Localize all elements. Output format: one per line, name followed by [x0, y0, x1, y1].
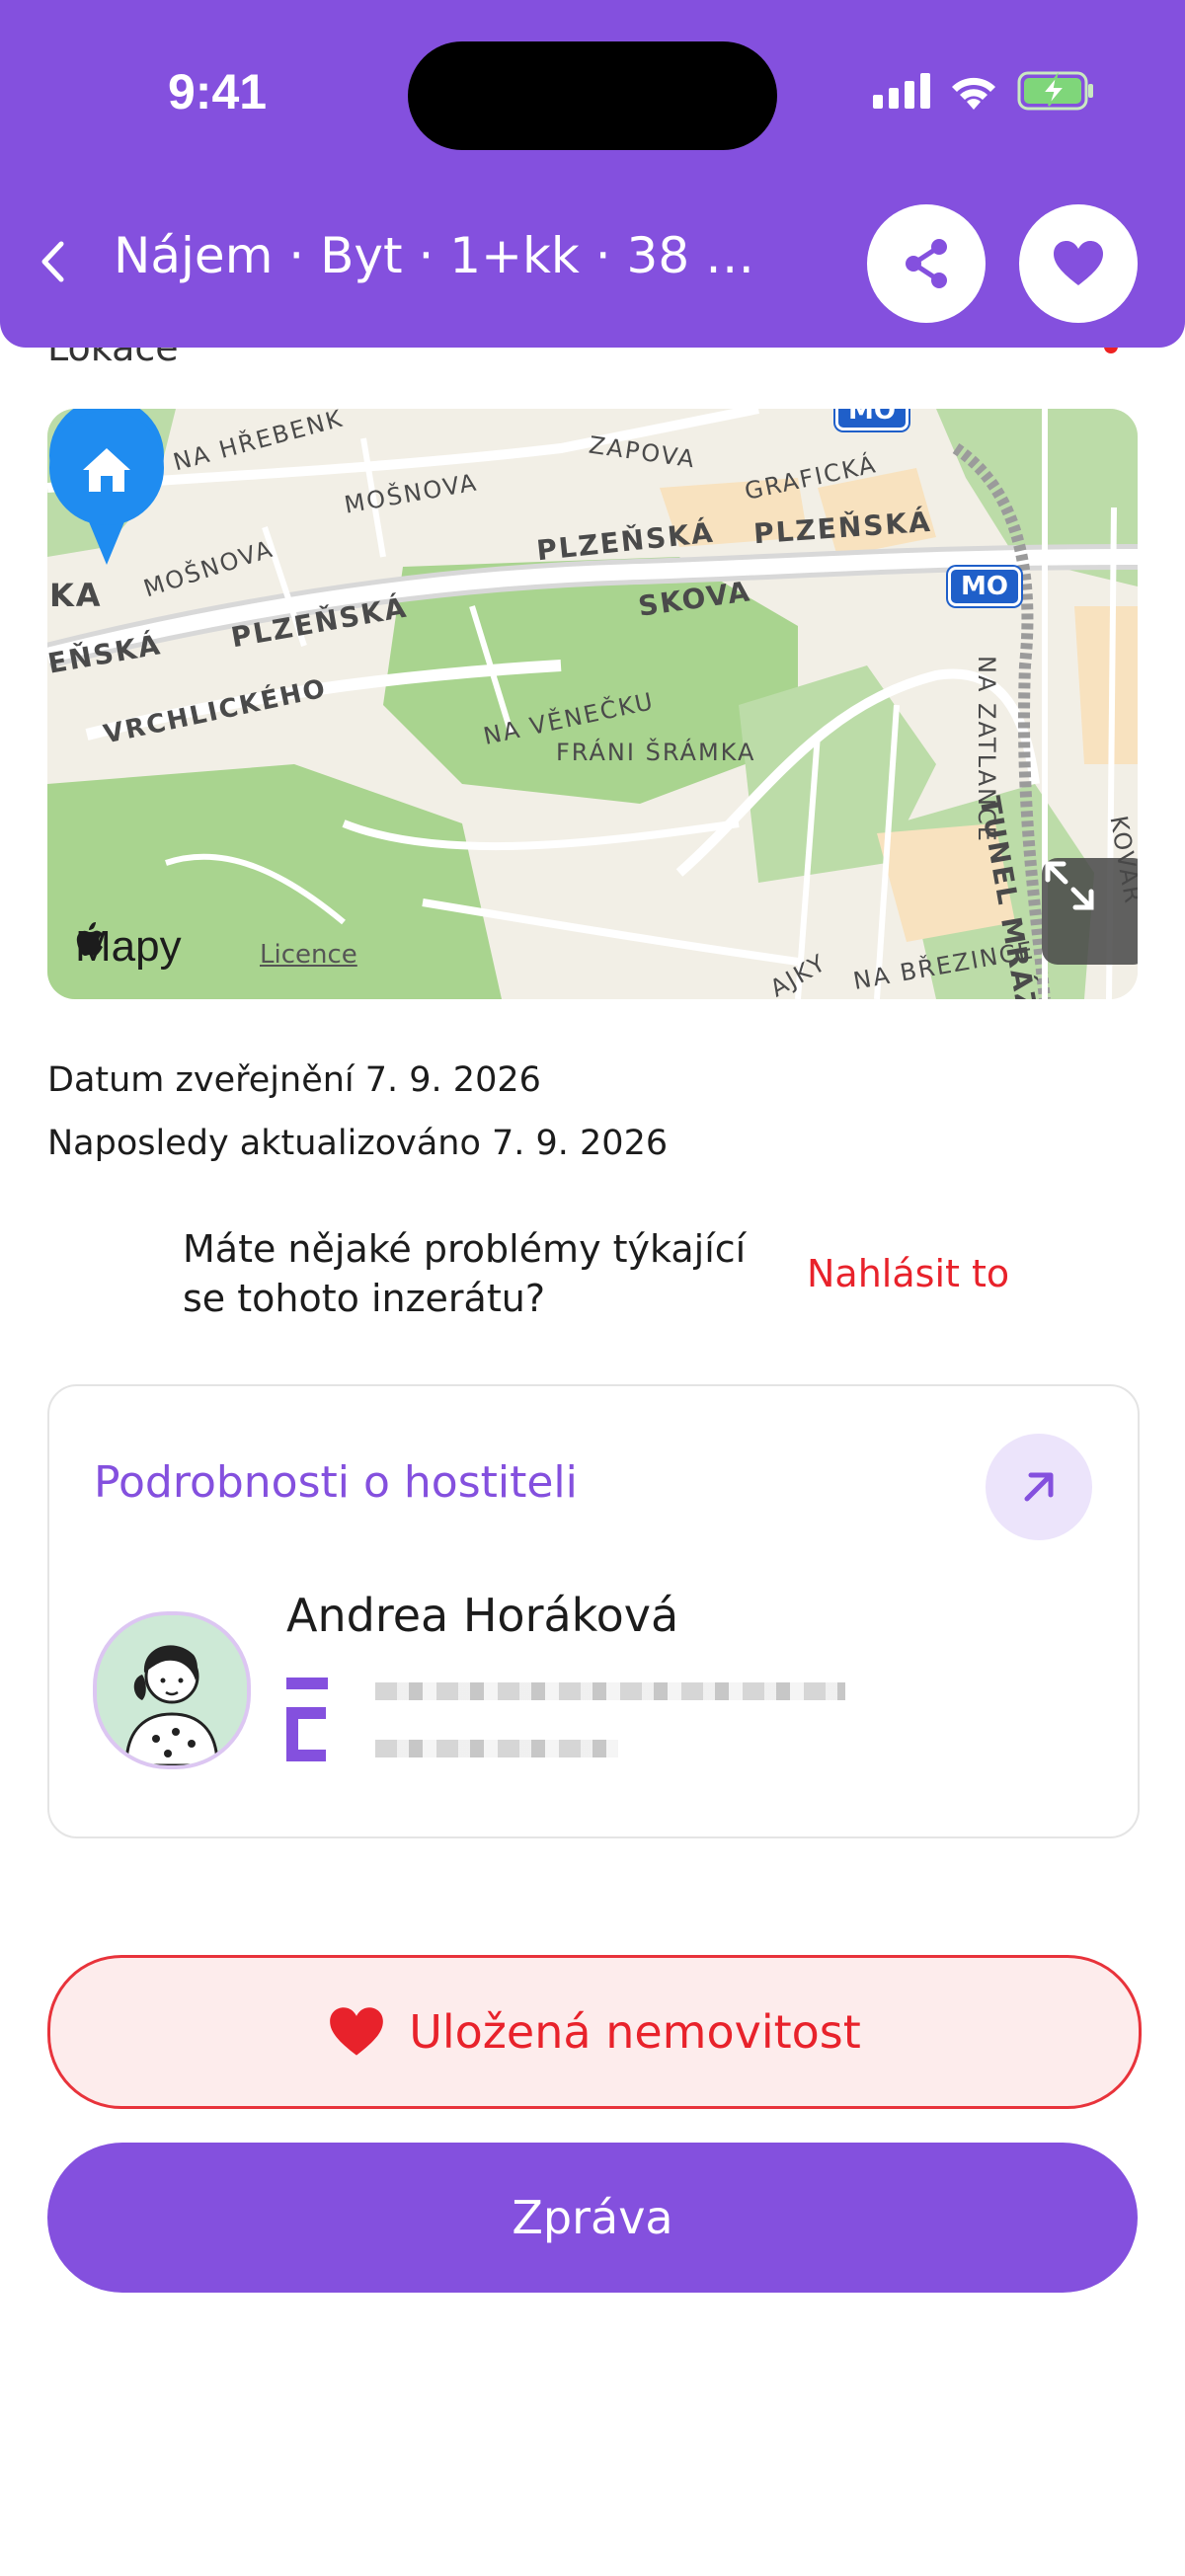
- host-details-card: Podrobnosti o hostiteli Andrea Horáková: [47, 1384, 1140, 1838]
- map-street-label: KA: [49, 577, 103, 614]
- location-pin-icon: [49, 409, 164, 565]
- map-licence-link[interactable]: Licence: [260, 940, 357, 970]
- battery-charging-icon: [1017, 71, 1093, 111]
- heart-icon: [1054, 241, 1103, 285]
- published-date: Datum zveřejnění 7. 9. 2026: [47, 1060, 541, 1100]
- share-button[interactable]: [867, 204, 986, 323]
- apple-logo-icon: [76, 922, 103, 956]
- top-bar: 9:41 Nájem · Byt · 1+kk · 38 m² ·…: [0, 0, 1185, 348]
- host-avatar: [93, 1611, 251, 1769]
- redacted-marker: [286, 1707, 326, 1719]
- map-street-label: FRÁNI ŠRÁMKA: [556, 739, 756, 766]
- updated-date: Naposledy aktualizováno 7. 9. 2026: [47, 1124, 669, 1163]
- share-icon: [906, 239, 947, 288]
- saved-property-button[interactable]: Uložená nemovitost: [47, 1955, 1142, 2109]
- host-card-title: Podrobnosti o hostiteli: [94, 1457, 578, 1508]
- metro-badge: MO: [835, 409, 908, 430]
- host-name: Andrea Horáková: [286, 1589, 679, 1642]
- location-map[interactable]: NA HŘEBENK ZAPOVA GRAFICKÁ MOŠNOVA MOŠNO…: [47, 409, 1138, 999]
- saved-property-label: Uložená nemovitost: [409, 2005, 861, 2059]
- blurred-contact-line: [375, 1740, 618, 1757]
- dynamic-island: [408, 41, 777, 150]
- page-title: Nájem · Byt · 1+kk · 38 m² ·…: [114, 227, 755, 284]
- report-question: Máte nějaké problémy týkající se tohoto …: [183, 1227, 747, 1320]
- status-icons: [873, 71, 1096, 111]
- blurred-contact-line: [375, 1682, 845, 1700]
- open-host-button[interactable]: [986, 1434, 1092, 1540]
- redacted-marker: [286, 1750, 326, 1761]
- signal-icon: [873, 73, 930, 109]
- metro-badge: MO: [948, 567, 1021, 606]
- message-button-label: Zpráva: [512, 2191, 673, 2244]
- chevron-left-icon: [41, 241, 64, 282]
- expand-icon: [1045, 861, 1094, 910]
- avatar-illustration: [97, 1615, 247, 1765]
- map-provider-logo: Mapy: [75, 922, 182, 972]
- wifi-icon: [952, 77, 995, 110]
- redacted-marker: [286, 1678, 328, 1689]
- arrow-up-right-icon: [1024, 1472, 1054, 1502]
- status-time: 9:41: [168, 64, 268, 119]
- expand-map-button[interactable]: [1042, 858, 1138, 965]
- heart-filled-icon: [330, 2007, 384, 2056]
- favorite-button[interactable]: [1019, 204, 1138, 323]
- report-link[interactable]: Nahlásit to: [807, 1252, 1009, 1295]
- back-button[interactable]: [40, 232, 79, 291]
- message-button[interactable]: Zpráva: [47, 2143, 1138, 2293]
